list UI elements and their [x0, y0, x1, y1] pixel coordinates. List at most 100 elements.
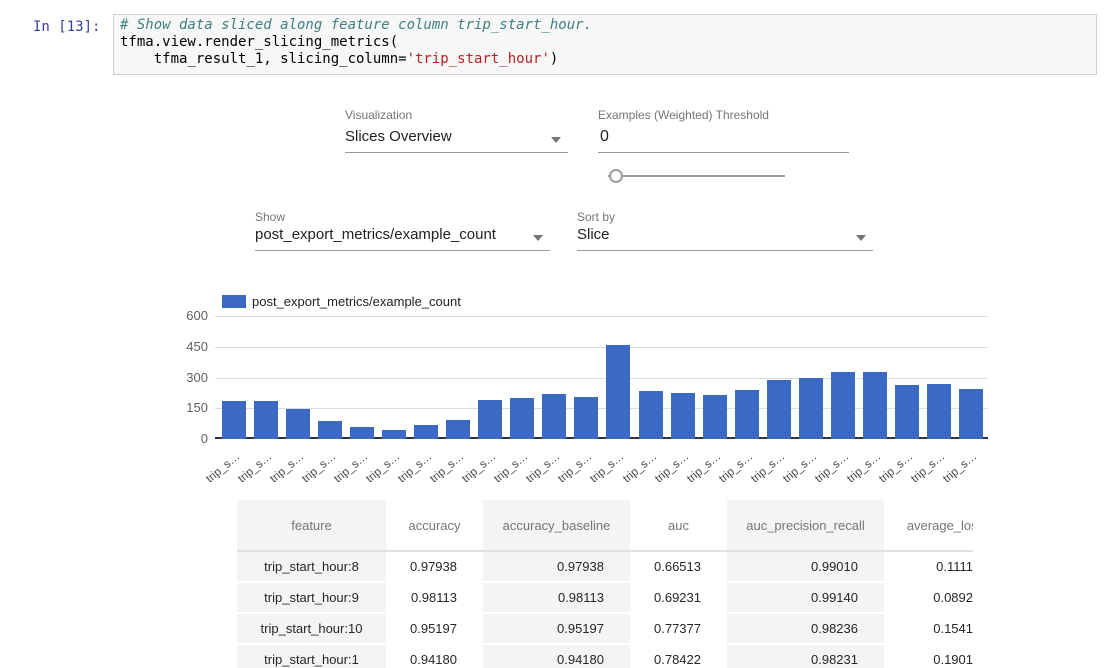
- metric-cell: 0.1111: [884, 551, 973, 582]
- metric-cell: 0.94180: [386, 644, 483, 668]
- bar[interactable]: [254, 401, 278, 439]
- y-tick-label: 150: [168, 400, 208, 415]
- sortby-value: Slice: [577, 226, 873, 243]
- table-row[interactable]: trip_start_hour:90.981130.981130.692310.…: [237, 582, 973, 613]
- y-tick-label: 300: [168, 370, 208, 385]
- code-line-3-end: ): [550, 51, 558, 67]
- dropdown-arrow-icon: [533, 235, 543, 241]
- metric-cell: 0.78422: [630, 644, 727, 668]
- code-text: # Show data sliced along feature column …: [120, 17, 592, 68]
- y-axis-labels: 0 150 300 450 600: [168, 308, 208, 448]
- bar[interactable]: [446, 420, 470, 439]
- legend-swatch: [222, 295, 246, 308]
- table-row[interactable]: trip_start_hour:10.941800.941800.784220.…: [237, 644, 973, 668]
- metric-cell: 0.99010: [727, 551, 884, 582]
- column-header[interactable]: average_loss: [884, 500, 973, 551]
- code-string-literal: 'trip_start_hour': [407, 51, 550, 67]
- y-tick-label: 450: [168, 339, 208, 354]
- metric-cell: 0.98113: [483, 582, 630, 613]
- bar[interactable]: [606, 345, 630, 439]
- metric-cell: 0.1541: [884, 613, 973, 644]
- bar[interactable]: [831, 372, 855, 439]
- bar[interactable]: [286, 409, 310, 439]
- bar[interactable]: [671, 393, 695, 439]
- metric-cell: 0.0892: [884, 582, 973, 613]
- visualization-select[interactable]: Slices Overview: [345, 128, 568, 154]
- bar[interactable]: [478, 400, 502, 439]
- show-value: post_export_metrics/example_count: [255, 226, 550, 243]
- bar[interactable]: [863, 372, 887, 439]
- gridline: [215, 347, 988, 348]
- column-header[interactable]: feature: [237, 500, 386, 551]
- threshold-input[interactable]: 0: [598, 128, 849, 154]
- sortby-label: Sort by: [577, 210, 615, 224]
- dropdown-arrow-icon: [856, 235, 866, 241]
- visualization-value: Slices Overview: [345, 128, 568, 145]
- code-line-2: tfma.view.render_slicing_metrics(: [120, 34, 398, 50]
- bar[interactable]: [350, 427, 374, 439]
- show-select[interactable]: post_export_metrics/example_count: [255, 226, 550, 252]
- metric-cell: 0.98113: [386, 582, 483, 613]
- column-header[interactable]: auc: [630, 500, 727, 551]
- bar[interactable]: [542, 394, 566, 439]
- metric-cell: 0.99140: [727, 582, 884, 613]
- notebook-page: In [13]: # Show data sliced along featur…: [0, 0, 1111, 668]
- select-underline: [255, 250, 550, 251]
- metrics-table: featureaccuracyaccuracy_baselineaucauc_p…: [237, 500, 973, 668]
- y-tick-label: 600: [168, 308, 208, 323]
- bar[interactable]: [574, 397, 598, 439]
- slider-handle[interactable]: [609, 169, 623, 183]
- metric-cell: 0.66513: [630, 551, 727, 582]
- chart-legend: post_export_metrics/example_count: [222, 294, 461, 309]
- bar[interactable]: [318, 421, 342, 439]
- code-comment: # Show data sliced along feature column …: [120, 17, 592, 33]
- metric-cell: 0.98231: [727, 644, 884, 668]
- metric-cell: 0.1901: [884, 644, 973, 668]
- bar[interactable]: [510, 398, 534, 439]
- metric-cell: 0.97938: [386, 551, 483, 582]
- threshold-value: 0: [598, 128, 849, 146]
- chart-plot: [215, 316, 988, 439]
- feature-cell: trip_start_hour:8: [237, 551, 386, 582]
- feature-cell: trip_start_hour:9: [237, 582, 386, 613]
- cell-prompt: In [13]:: [33, 19, 105, 35]
- bar[interactable]: [959, 389, 983, 439]
- threshold-label: Examples (Weighted) Threshold: [598, 108, 769, 122]
- metric-cell: 0.94180: [483, 644, 630, 668]
- gridline: [215, 316, 988, 317]
- code-line-3: tfma_result_1, slicing_column=: [120, 51, 407, 67]
- bar[interactable]: [639, 391, 663, 439]
- table-header-row: featureaccuracyaccuracy_baselineaucauc_p…: [237, 500, 973, 551]
- feature-cell: trip_start_hour:1: [237, 644, 386, 668]
- metric-cell: 0.98236: [727, 613, 884, 644]
- feature-cell: trip_start_hour:10: [237, 613, 386, 644]
- table-row[interactable]: trip_start_hour:100.951970.951970.773770…: [237, 613, 973, 644]
- metric-cell: 0.69231: [630, 582, 727, 613]
- visualization-label: Visualization: [345, 108, 412, 122]
- metric-cell: 0.77377: [630, 613, 727, 644]
- input-underline: [598, 152, 849, 153]
- metric-cell: 0.97938: [483, 551, 630, 582]
- bar[interactable]: [767, 380, 791, 439]
- bar[interactable]: [382, 430, 406, 439]
- select-underline: [577, 250, 873, 251]
- column-header[interactable]: auc_precision_recall: [727, 500, 884, 551]
- bar[interactable]: [799, 378, 823, 439]
- threshold-slider[interactable]: [608, 175, 785, 177]
- bar[interactable]: [414, 425, 438, 439]
- select-underline: [345, 152, 568, 153]
- bar[interactable]: [222, 401, 246, 439]
- bar[interactable]: [895, 385, 919, 439]
- metric-cell: 0.95197: [483, 613, 630, 644]
- y-tick-label: 0: [168, 431, 208, 446]
- column-header[interactable]: accuracy: [386, 500, 483, 551]
- code-editor[interactable]: # Show data sliced along feature column …: [113, 14, 1097, 75]
- column-header[interactable]: accuracy_baseline: [483, 500, 630, 551]
- bar[interactable]: [703, 395, 727, 439]
- dropdown-arrow-icon: [551, 137, 561, 143]
- bar[interactable]: [735, 390, 759, 439]
- bar[interactable]: [927, 384, 951, 439]
- table-row[interactable]: trip_start_hour:80.979380.979380.665130.…: [237, 551, 973, 582]
- show-label: Show: [255, 210, 285, 224]
- sortby-select[interactable]: Slice: [577, 226, 873, 252]
